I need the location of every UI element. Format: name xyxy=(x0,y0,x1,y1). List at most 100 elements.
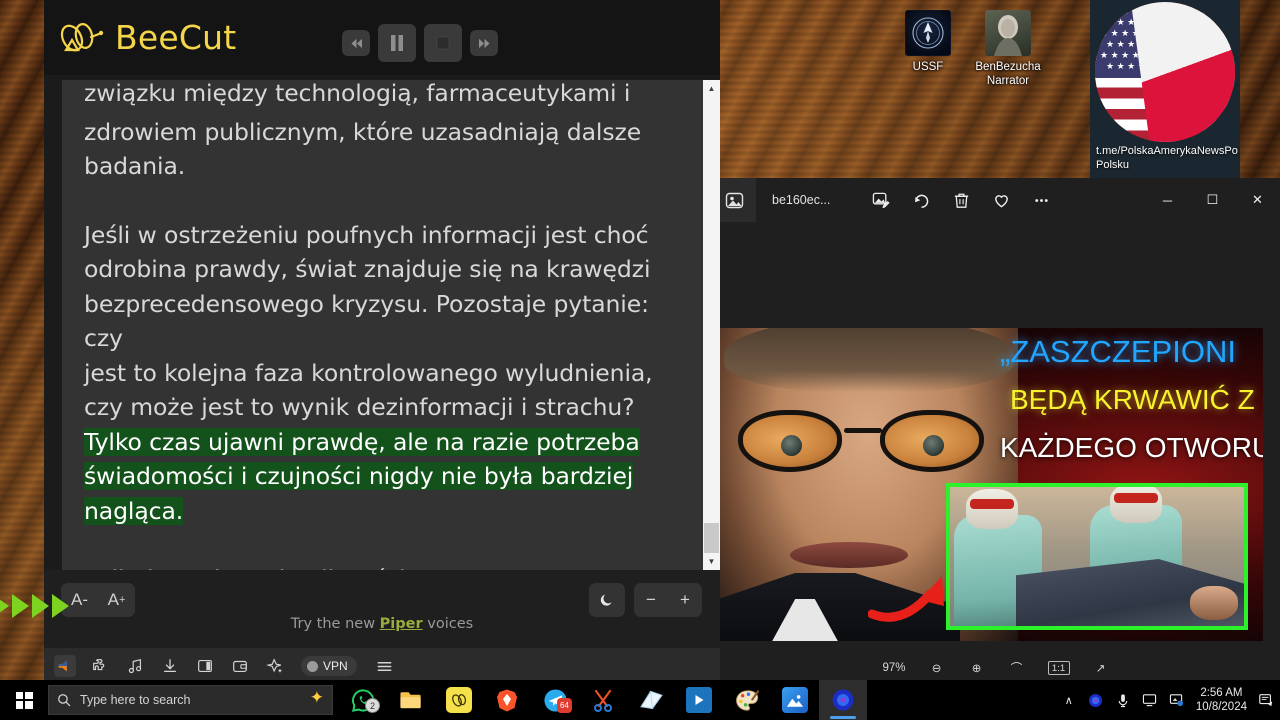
read-aloud-speaker-icon[interactable] xyxy=(54,655,76,677)
scroll-up-arrow-icon[interactable]: ▲ xyxy=(703,80,720,97)
photos-titlebar[interactable]: be160ec... ─ ☐ ✕ xyxy=(712,178,1280,222)
telegram-channel-caption: t.me/PolskaAmerykaNewsPo Polsku xyxy=(1096,144,1238,172)
piper-promo-prefix: Try the new xyxy=(290,616,380,632)
download-icon[interactable] xyxy=(159,655,181,677)
minimize-button[interactable]: ─ xyxy=(1145,184,1190,216)
taskbar-app-file-explorer[interactable] xyxy=(387,680,435,720)
maximize-button[interactable]: ☐ xyxy=(1190,184,1235,216)
display-icon[interactable] xyxy=(1142,692,1158,708)
narrator-portrait-icon xyxy=(985,10,1031,56)
photos-window-buttons: ─ ☐ ✕ xyxy=(1145,184,1280,216)
reader-vertical-scrollbar[interactable]: ▲ ▼ xyxy=(703,80,720,570)
close-button[interactable]: ✕ xyxy=(1235,184,1280,216)
wallet-icon[interactable] xyxy=(229,655,251,677)
zoom-in-icon[interactable]: ⊕ xyxy=(968,659,986,677)
rotate-icon[interactable] xyxy=(906,186,936,214)
reader-text-pane[interactable]: związku między technologią, farmaceutyka… xyxy=(62,80,703,570)
playback-controls xyxy=(342,24,498,62)
system-tray: ∧ 2:56 AM 10/8/2024 xyxy=(1061,686,1280,714)
hamburger-menu-icon[interactable] xyxy=(374,655,396,677)
image-text-line2: BĘDĄ KRWAWIĆ Z xyxy=(1010,384,1255,415)
fullscreen-icon[interactable]: ↗ xyxy=(1092,659,1110,677)
scrollbar-track[interactable] xyxy=(703,97,720,553)
green-play-chevrons xyxy=(0,594,69,618)
browser-window: VPN xyxy=(44,648,720,684)
fit-to-window-icon[interactable]: ⌒ xyxy=(1008,659,1026,677)
taskbar-app-movies-and-tv[interactable] xyxy=(675,680,723,720)
taskbar-clock[interactable]: 2:56 AM 10/8/2024 xyxy=(1196,686,1247,714)
red-arrow-icon xyxy=(868,564,964,622)
active-app-underline xyxy=(830,716,856,719)
text-line: badania. xyxy=(84,152,186,180)
windows-start-icon xyxy=(15,691,33,709)
leo-sparkle-icon[interactable] xyxy=(264,655,286,677)
taskbar-app-telegram[interactable]: 64 xyxy=(531,680,579,720)
photos-toolbar xyxy=(866,186,1056,214)
favorite-heart-icon[interactable] xyxy=(986,186,1016,214)
taskbar-search-box[interactable]: Type here to search ✦ xyxy=(48,685,333,715)
taskbar-app-paint[interactable] xyxy=(723,680,771,720)
moon-icon[interactable] xyxy=(589,583,625,617)
telegram-channel-card[interactable]: ★ ★ ★ ★ ★ ★ ★ ★ ★ ★ ★ ★ ★ ★ ★ ★ ★ ★ ★ ★ … xyxy=(1090,0,1240,178)
delete-trash-icon[interactable] xyxy=(946,186,976,214)
text-line: zdrowiem publicznym, które uzasadniają d… xyxy=(84,117,642,146)
tray-chevron-up-icon[interactable]: ∧ xyxy=(1061,692,1077,708)
text-line: jest to kolejna faza kontrolowanego wylu… xyxy=(84,358,653,387)
piper-link[interactable]: Piper xyxy=(380,616,423,632)
forward-button[interactable] xyxy=(470,30,498,56)
vpn-toggle[interactable]: VPN xyxy=(301,656,357,676)
piper-promo: Try the new Piper voices xyxy=(44,616,720,632)
taskbar-app-snipping-tool[interactable] xyxy=(579,680,627,720)
whatsapp-badge: 2 xyxy=(365,698,380,713)
taskbar-app-sticky-notes[interactable] xyxy=(627,680,675,720)
photos-image-viewport[interactable]: „ZASZCZEPIONI BĘDĄ KRWAWIĆ Z KAŻDEGO OTW… xyxy=(712,222,1280,652)
displayed-image: „ZASZCZEPIONI BĘDĄ KRWAWIĆ Z KAŻDEGO OTW… xyxy=(718,328,1263,641)
taskbar-app-photos[interactable] xyxy=(771,680,819,720)
rewind-button[interactable] xyxy=(342,30,370,56)
taskbar-app-brave[interactable] xyxy=(483,680,531,720)
increase-font-label: A xyxy=(107,590,119,609)
desktop-icon-label-line2: Narrator xyxy=(986,75,1030,87)
pause-button[interactable] xyxy=(378,24,416,62)
desktop-icon-benbezucha-narrator[interactable]: BenBezucha Narrator xyxy=(960,10,1056,88)
taskbar-app-beecut[interactable] xyxy=(435,680,483,720)
highlight-span: Tylko czas ujawni prawdę, ale na razie p… xyxy=(84,427,640,456)
stop-button[interactable] xyxy=(424,24,462,62)
chevron-icon xyxy=(12,594,29,618)
zoom-out-icon[interactable]: ⊖ xyxy=(928,659,946,677)
scrollbar-thumb[interactable] xyxy=(704,523,719,553)
notifications-icon[interactable] xyxy=(1258,692,1274,708)
actual-size-icon[interactable]: 1:1 xyxy=(1047,661,1070,675)
text-line: odrobina prawdy, świat znajduje się na k… xyxy=(84,255,651,283)
taskbar-app-list: 2 64 xyxy=(339,680,867,720)
increase-font-button[interactable]: A + xyxy=(98,583,135,617)
text-line: związku między technologią, farmaceutyka… xyxy=(84,80,631,107)
scroll-down-arrow-icon[interactable]: ▼ xyxy=(703,553,720,570)
text-line: Jeśli w ostrzeżeniu poufnych informacji … xyxy=(84,220,649,249)
network-icon[interactable] xyxy=(1169,692,1185,708)
more-options-icon[interactable] xyxy=(1026,186,1056,214)
edit-image-icon[interactable] xyxy=(866,186,896,214)
microphone-icon[interactable] xyxy=(1115,692,1131,708)
reader-article-text: związku między technologią, farmaceutyka… xyxy=(84,80,679,570)
music-note-icon[interactable] xyxy=(124,655,146,677)
zoom-out-button[interactable]: − xyxy=(634,583,668,617)
chevron-icon xyxy=(0,594,9,618)
sidebar-panel-icon[interactable] xyxy=(194,655,216,677)
read-aloud-tray-icon[interactable] xyxy=(1088,692,1104,708)
reader-content-area: związku między technologią, farmaceutyka… xyxy=(44,75,720,570)
text-line: Polityka redystrybucji treści. xyxy=(84,562,679,570)
extensions-puzzle-icon[interactable] xyxy=(89,655,111,677)
copilot-sparkle-icon[interactable]: ✦ xyxy=(310,688,324,708)
increase-font-plus: + xyxy=(118,594,126,606)
taskbar-app-whatsapp[interactable]: 2 xyxy=(339,680,387,720)
desktop-icon-label-line1: BenBezucha xyxy=(975,61,1041,73)
start-button[interactable] xyxy=(0,680,48,720)
windows-taskbar: Type here to search ✦ 2 64 ∧ 2:56 AM 10/… xyxy=(0,680,1280,720)
inset-photo xyxy=(946,483,1248,630)
taskbar-app-read-aloud[interactable] xyxy=(819,680,867,720)
zoom-in-button[interactable]: + xyxy=(668,583,702,617)
highlighted-text-line: świadomości i czujności nigdy nie była b… xyxy=(84,459,679,494)
